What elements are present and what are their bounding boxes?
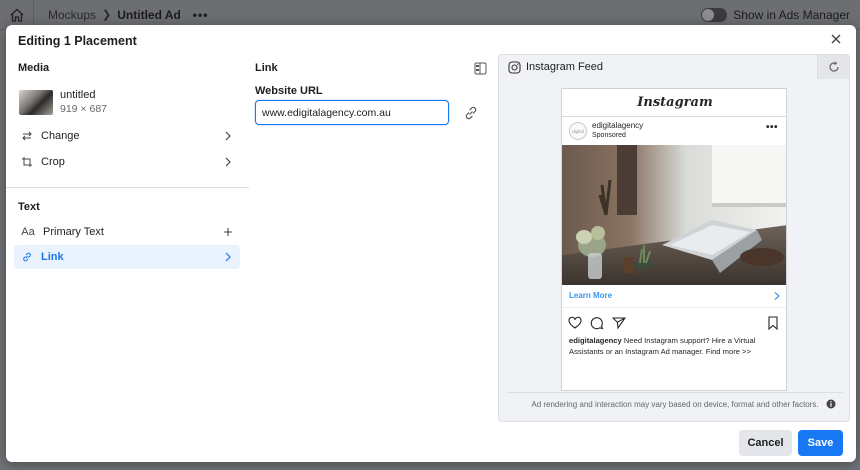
website-url-input[interactable] [255, 100, 449, 125]
section-divider [6, 187, 249, 188]
edit-placement-dialog: Editing 1 Placement Media untitled 919 ×… [6, 25, 856, 462]
cancel-button[interactable]: Cancel [739, 430, 792, 456]
more-options-button[interactable]: ••• [193, 8, 209, 22]
plus-icon[interactable] [222, 225, 234, 239]
caption-account: edigitalagency [569, 336, 622, 345]
preview-disclaimer: Ad rendering and interaction may vary ba… [531, 400, 819, 409]
instagram-icon [508, 60, 521, 74]
disclaimer-divider [507, 392, 843, 393]
show-in-ads-manager-toggle[interactable] [701, 8, 728, 22]
ad-image [562, 145, 786, 285]
text-size-icon: Aa [21, 226, 35, 238]
breadcrumb-current: Untitled Ad [117, 7, 181, 22]
primary-text-row[interactable]: Aa Primary Text [14, 220, 240, 244]
placement-name: Instagram Feed [526, 61, 604, 73]
post-caption: edigitalagency Need Instagram support? H… [569, 336, 783, 357]
background-strip [0, 462, 860, 470]
ad-preview-panel: Instagram Feed Instagram digital edigita… [498, 54, 850, 422]
post-account-name: edigitalagency [592, 121, 644, 130]
post-actions [568, 316, 634, 330]
link-icon[interactable] [463, 105, 479, 121]
media-section-title: Media [18, 62, 50, 74]
save-button[interactable]: Save [798, 430, 843, 456]
refresh-preview-button[interactable] [817, 55, 849, 79]
media-file-size: 919 × 687 [60, 103, 108, 115]
dialog-title: Editing 1 Placement [18, 34, 137, 48]
share-icon[interactable] [612, 316, 626, 330]
chevron-right-icon [225, 131, 231, 141]
crop-media-button[interactable]: Crop [14, 150, 240, 174]
instagram-post-mockup: Instagram digital edigitalagency Sponsor… [561, 88, 787, 391]
header-divider [562, 116, 786, 117]
post-more-options-icon[interactable]: ••• [766, 122, 778, 133]
breadcrumb-mockups[interactable]: Mockups [48, 8, 96, 22]
sponsored-label: Sponsored [592, 132, 626, 139]
link-label: Link [41, 251, 64, 263]
learn-more-label: Learn More [569, 291, 613, 300]
crop-icon [20, 155, 34, 169]
refresh-icon [828, 61, 839, 72]
chevron-right-icon [774, 292, 780, 300]
media-file-name: untitled [60, 89, 96, 101]
breadcrumb-chevron-icon: ❯ [102, 9, 112, 21]
website-url-label: Website URL [255, 85, 323, 97]
heart-icon[interactable] [568, 316, 582, 330]
close-icon[interactable] [828, 31, 844, 47]
link-section-title: Link [255, 62, 278, 74]
home-icon [10, 8, 23, 22]
primary-text-label: Primary Text [43, 226, 104, 238]
chevron-right-icon [225, 252, 231, 262]
link-icon [20, 250, 34, 264]
bookmark-icon[interactable] [767, 316, 779, 330]
chevron-right-icon [225, 157, 231, 167]
learn-more-cta[interactable]: Learn More [562, 285, 786, 308]
instagram-logo: Instagram [637, 95, 713, 110]
show-in-ads-manager: Show in Ads Manager [701, 8, 850, 22]
text-section-title: Text [18, 201, 40, 213]
layout-toggle-icon[interactable] [474, 62, 487, 75]
toggle-label: Show in Ads Manager [733, 8, 850, 22]
avatar: digital [569, 122, 587, 140]
swap-icon [20, 129, 34, 143]
preview-header: Instagram Feed [499, 55, 849, 79]
media-thumbnail [19, 90, 53, 115]
change-label: Change [41, 130, 80, 142]
info-icon[interactable] [826, 399, 836, 409]
link-row[interactable]: Link [14, 245, 240, 269]
crop-label: Crop [41, 156, 65, 168]
comment-icon[interactable] [590, 316, 604, 330]
change-media-button[interactable]: Change [14, 124, 240, 148]
